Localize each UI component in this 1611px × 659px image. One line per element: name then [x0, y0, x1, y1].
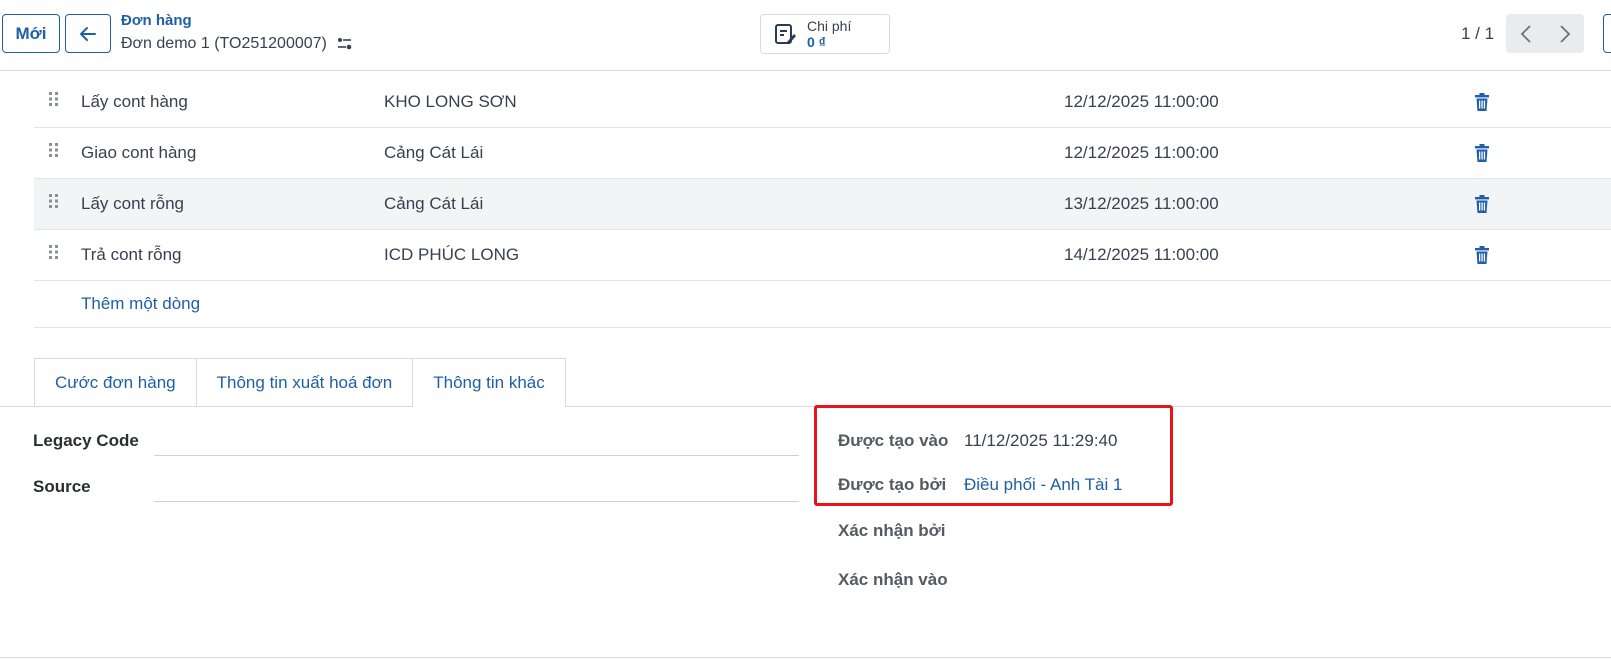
stop-location: ICD PHÚC LONG — [384, 245, 520, 264]
back-button[interactable] — [65, 14, 111, 53]
table-row[interactable]: Lấy cont hàng KHO LONG SƠN 12/12/2025 11… — [34, 77, 1611, 128]
stop-time: 12/12/2025 11:00:00 — [1064, 143, 1219, 162]
table-row[interactable]: Trả cont rỗng ICD PHÚC LONG 14/12/2025 1… — [34, 230, 1611, 281]
trash-icon[interactable] — [1475, 93, 1489, 111]
stop-name: Giao cont hàng — [81, 143, 197, 162]
stop-location: Cảng Cát Lái — [384, 194, 484, 213]
stop-time: 13/12/2025 11:00:00 — [1064, 194, 1219, 213]
source-label: Source — [33, 477, 91, 496]
source-input[interactable] — [154, 501, 799, 502]
confirmed-on-label: Xác nhận vào — [838, 570, 948, 589]
record-actions-icon[interactable] — [337, 37, 353, 51]
drag-handle-icon[interactable] — [48, 244, 60, 260]
legacy-code-input[interactable] — [154, 455, 799, 456]
highlight-annotation-box — [814, 405, 1173, 506]
stops-table: Lấy cont hàng KHO LONG SƠN 12/12/2025 11… — [34, 77, 1611, 328]
control-panel: Mới Đơn hàng Đơn demo 1 (TO251200007) Ch… — [0, 0, 1611, 71]
table-row[interactable]: Giao cont hàng Cảng Cát Lái 12/12/2025 1… — [34, 128, 1611, 179]
breadcrumb-current: Đơn demo 1 (TO251200007) — [121, 35, 353, 53]
confirmed-by-label: Xác nhận bởi — [838, 521, 946, 540]
stop-name: Trả cont rỗng — [81, 245, 182, 264]
tab-order-fee[interactable]: Cước đơn hàng — [34, 358, 197, 406]
pager-value[interactable]: 1 / 1 — [1461, 24, 1494, 44]
cost-value: 0 ₫ — [807, 34, 826, 50]
add-line-link[interactable]: Thêm một dòng — [81, 294, 200, 314]
cost-label: Chi phí — [807, 18, 852, 34]
edit-document-icon — [775, 24, 796, 44]
arrow-left-icon — [80, 26, 96, 41]
pager-next-button[interactable] — [1545, 14, 1584, 53]
trash-icon[interactable] — [1475, 195, 1489, 213]
breadcrumb-parent-link[interactable]: Đơn hàng — [121, 12, 192, 29]
chevron-left-icon — [1520, 24, 1531, 43]
drag-handle-icon[interactable] — [48, 142, 60, 158]
notebook-tabs: Cước đơn hàng Thông tin xuất hoá đơn Thô… — [34, 358, 566, 407]
pager-buttons — [1506, 14, 1584, 53]
cost-smart-button[interactable]: Chi phí 0 ₫ — [760, 14, 890, 54]
stop-name: Lấy cont hàng — [81, 92, 188, 111]
tab-invoice-info[interactable]: Thông tin xuất hoá đơn — [195, 358, 414, 406]
drag-handle-icon[interactable] — [48, 91, 60, 107]
stop-time: 12/12/2025 11:00:00 — [1064, 92, 1219, 111]
new-button[interactable]: Mới — [2, 14, 60, 53]
stop-location: Cảng Cát Lái — [384, 143, 484, 162]
sheet-bottom-border — [0, 657, 1611, 658]
stop-location: KHO LONG SƠN — [384, 92, 517, 111]
legacy-code-label: Legacy Code — [33, 431, 139, 450]
stop-name: Lấy cont rỗng — [81, 194, 185, 213]
stop-time: 14/12/2025 11:00:00 — [1064, 245, 1219, 264]
trash-icon[interactable] — [1475, 144, 1489, 162]
tab-other-info[interactable]: Thông tin khác — [412, 358, 566, 407]
tabs-divider — [0, 406, 1611, 407]
pager-previous-button[interactable] — [1506, 14, 1545, 53]
drag-handle-icon[interactable] — [48, 193, 60, 209]
add-line-row: Thêm một dòng — [34, 281, 1611, 328]
extra-button[interactable] — [1603, 14, 1611, 53]
table-row[interactable]: Lấy cont rỗng Cảng Cát Lái 13/12/2025 11… — [34, 179, 1611, 230]
record-title: Đơn demo 1 (TO251200007) — [121, 35, 327, 52]
trash-icon[interactable] — [1475, 246, 1489, 264]
chevron-right-icon — [1559, 24, 1570, 43]
